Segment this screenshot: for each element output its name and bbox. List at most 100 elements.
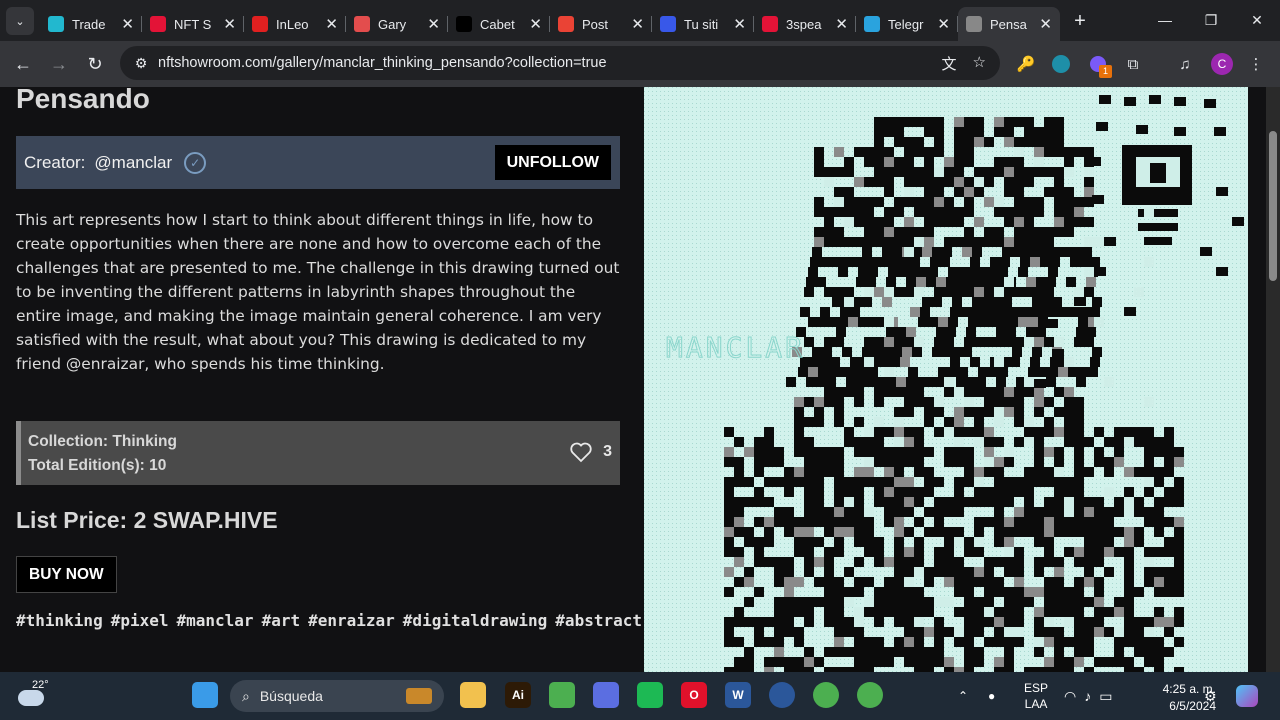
battery-icon: ▭ bbox=[1099, 687, 1113, 704]
tab-close-icon[interactable]: ✕ bbox=[325, 15, 338, 33]
keychain-extension-icon[interactable]: 🔑 bbox=[1012, 50, 1040, 78]
creator-handle-link[interactable]: @manclar bbox=[94, 153, 172, 173]
heart-icon[interactable] bbox=[569, 441, 593, 463]
tag-list: #thinking #pixel #manclar #art #enraizar #dig… bbox=[16, 605, 642, 637]
hive-icon bbox=[150, 16, 166, 32]
extension-badge-count: 1 bbox=[1099, 65, 1112, 78]
file-explorer-icon[interactable] bbox=[460, 682, 486, 708]
tray-chevron-icon[interactable]: ⌃ bbox=[958, 672, 968, 720]
swap-icon bbox=[48, 16, 64, 32]
browser-tab[interactable]: Trade ✕ bbox=[40, 7, 142, 41]
tag-link[interactable]: #manclar bbox=[177, 611, 254, 630]
browser-tab[interactable]: Pensa ✕ bbox=[958, 7, 1060, 41]
tab-close-icon[interactable]: ✕ bbox=[529, 15, 542, 33]
tab-close-icon[interactable]: ✕ bbox=[427, 15, 440, 33]
collection-name[interactable]: Collection: Thinking bbox=[28, 430, 620, 454]
tag-link[interactable]: #digitaldrawing bbox=[403, 611, 548, 630]
chrome-window-icon[interactable] bbox=[857, 682, 883, 708]
browser-tab[interactable]: Telegr ✕ bbox=[856, 7, 958, 41]
search-placeholder: Búsqueda bbox=[259, 688, 323, 704]
extension-badge-icon[interactable]: 1 bbox=[1084, 50, 1112, 78]
tab-close-icon[interactable]: ✕ bbox=[631, 15, 644, 33]
wifi-icon: ◠ bbox=[1064, 687, 1077, 704]
tab-title: Gary bbox=[378, 16, 407, 32]
taskbar-search[interactable]: ⌕ Búsqueda bbox=[230, 680, 444, 712]
tab-search-button[interactable]: ⌄ bbox=[6, 7, 34, 35]
copilot-tray-icon[interactable] bbox=[1236, 672, 1258, 720]
artwork-image[interactable]: MANCLAR bbox=[644, 87, 1248, 672]
close-window-button[interactable]: ✕ bbox=[1234, 0, 1280, 40]
browser-tab[interactable]: 3spea ✕ bbox=[754, 7, 856, 41]
pixel-art-thinking-figure: MANCLAR bbox=[644, 87, 1248, 672]
tab-title: 3spea bbox=[786, 16, 822, 32]
tab-title: NFT S bbox=[174, 16, 212, 32]
extensions-puzzle-icon[interactable]: ⧉ bbox=[1119, 50, 1147, 78]
illustrator-icon[interactable]: Ai bbox=[505, 682, 531, 708]
word-icon[interactable]: W bbox=[725, 682, 751, 708]
browser-tab[interactable]: NFT S ✕ bbox=[142, 7, 244, 41]
minimize-button[interactable]: — bbox=[1142, 0, 1188, 40]
browser-tab[interactable]: Post ✕ bbox=[550, 7, 652, 41]
forward-button[interactable]: → bbox=[42, 47, 76, 81]
creator-bar: Creator: @manclar ✓ UNFOLLOW bbox=[16, 136, 620, 189]
browser-tab[interactable]: Gary ✕ bbox=[346, 7, 448, 41]
chrome-menu-icon[interactable]: ⋮ bbox=[1242, 50, 1270, 78]
back-button[interactable]: ← bbox=[6, 47, 40, 81]
window-controls: — ❐ ✕ bbox=[1142, 0, 1280, 40]
tray-network-alert-icon[interactable]: ● bbox=[988, 672, 995, 720]
address-bar[interactable]: ⚙ nftshowroom.com/gallery/manclar_thinki… bbox=[120, 46, 1000, 80]
input-language[interactable]: ESP LAA bbox=[1024, 672, 1048, 720]
reload-button[interactable]: ↻ bbox=[78, 47, 112, 81]
spotify-icon[interactable] bbox=[637, 682, 663, 708]
like-count: 3 bbox=[603, 443, 612, 460]
tag-link[interactable]: #abstract bbox=[555, 611, 642, 630]
bookmark-star-icon[interactable]: ☆ bbox=[973, 53, 986, 74]
tab-title: Telegr bbox=[888, 16, 924, 32]
word-window-icon[interactable] bbox=[769, 682, 795, 708]
tab-close-icon[interactable]: ✕ bbox=[733, 15, 746, 33]
copilot-icon[interactable] bbox=[593, 682, 619, 708]
media-queue-icon[interactable]: ♫ bbox=[1171, 50, 1199, 78]
opera-icon[interactable]: O bbox=[681, 682, 707, 708]
tab-close-icon[interactable]: ✕ bbox=[223, 15, 236, 33]
scrollbar-thumb[interactable] bbox=[1269, 131, 1277, 281]
tab-close-icon[interactable]: ✕ bbox=[937, 15, 950, 33]
swap-extension-icon[interactable] bbox=[1047, 50, 1075, 78]
like-control[interactable]: 3 bbox=[569, 440, 612, 464]
tray-status-icons[interactable]: ◠ ♪ ▭ bbox=[1064, 672, 1112, 720]
site-settings-icon[interactable]: ⚙ bbox=[126, 55, 156, 72]
tab-close-icon[interactable]: ✕ bbox=[835, 15, 848, 33]
tab-title: Cabet bbox=[480, 16, 515, 32]
windows-start-icon[interactable] bbox=[192, 682, 218, 708]
url-text[interactable]: nftshowroom.com/gallery/manclar_thinking… bbox=[158, 55, 607, 71]
x-icon bbox=[456, 16, 472, 32]
restore-button[interactable]: ❐ bbox=[1188, 0, 1234, 40]
tag-link[interactable]: #thinking bbox=[16, 611, 103, 630]
profile-avatar[interactable]: C bbox=[1208, 50, 1236, 78]
chrome-window-icon[interactable] bbox=[813, 682, 839, 708]
art-watermark: MANCLAR bbox=[666, 331, 805, 364]
tab-close-icon[interactable]: ✕ bbox=[121, 15, 134, 33]
translate-icon[interactable]: 文 bbox=[942, 53, 957, 74]
new-tab-button[interactable]: + bbox=[1066, 7, 1094, 35]
browser-tab[interactable]: Tu siti ✕ bbox=[652, 7, 754, 41]
notification-bell-icon[interactable]: ⚙ bbox=[1204, 672, 1217, 720]
tag-link[interactable]: #pixel bbox=[111, 611, 169, 630]
tab-close-icon[interactable]: ✕ bbox=[1039, 15, 1052, 33]
collection-info: Collection: Thinking Total Edition(s): 1… bbox=[16, 421, 620, 485]
tag-link[interactable]: #enraizar bbox=[308, 611, 395, 630]
telegram-icon bbox=[864, 16, 880, 32]
browser-tab[interactable]: Cabet ✕ bbox=[448, 7, 550, 41]
tag-link[interactable]: #art bbox=[262, 611, 301, 630]
temperature: 22° bbox=[32, 679, 49, 691]
buy-now-button[interactable]: BUY NOW bbox=[16, 556, 117, 593]
list-price: List Price: 2 SWAP.HIVE bbox=[16, 507, 278, 533]
page-scrollbar[interactable] bbox=[1266, 87, 1280, 672]
nftshowroom-icon bbox=[966, 16, 982, 32]
volume-icon: ♪ bbox=[1084, 688, 1092, 704]
chrome-icon[interactable] bbox=[549, 682, 575, 708]
windows-taskbar: 22° ⌕ Búsqueda Ai O W ⌃ ● ESP LAA ◠ ♪ ▭ 4:… bbox=[0, 672, 1280, 720]
unfollow-button[interactable]: UNFOLLOW bbox=[494, 145, 611, 180]
tab-title: Post bbox=[582, 16, 609, 32]
browser-tab[interactable]: InLeo ✕ bbox=[244, 7, 346, 41]
